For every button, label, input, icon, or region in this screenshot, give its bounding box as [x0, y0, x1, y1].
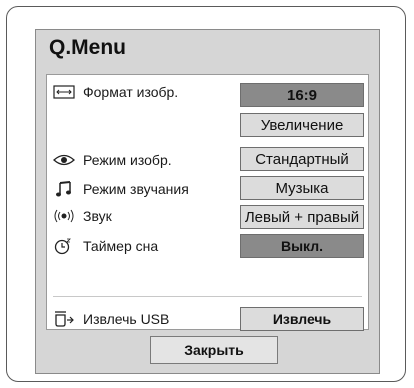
menu-item-audio[interactable]: Звук: [53, 208, 112, 224]
sleep-timer-value[interactable]: Выкл.: [240, 234, 364, 258]
menu-title: Q.Menu: [49, 36, 126, 59]
sleep-timer-label: Таймер сна: [83, 238, 159, 254]
menu-item-sound-mode[interactable]: Режим звучания: [53, 180, 189, 198]
close-button[interactable]: Закрыть: [150, 336, 278, 364]
audio-label: Звук: [83, 208, 112, 224]
picture-mode-value[interactable]: Стандартный: [240, 147, 364, 171]
eye-icon: [53, 153, 75, 167]
eject-usb-button[interactable]: Извлечь: [240, 307, 364, 331]
menu-panel: Формат изобр. 16:9 Увеличение Режим изоб…: [46, 74, 369, 331]
menu-item-picture-mode[interactable]: Режим изобр.: [53, 152, 172, 168]
eject-usb-label: Извлечь USB: [83, 311, 170, 327]
menu-item-sleep-timer[interactable]: Таймер сна: [53, 237, 158, 255]
picture-format-label: Формат изобр.: [83, 84, 179, 100]
divider: [53, 296, 362, 297]
speaker-icon: [53, 209, 75, 223]
menu-item-eject-usb[interactable]: Извлечь USB: [53, 310, 169, 328]
music-note-icon: [53, 180, 75, 198]
picture-format-value[interactable]: 16:9: [240, 83, 364, 107]
menu-item-picture-format[interactable]: Формат изобр.: [53, 84, 178, 100]
zoom-option-value[interactable]: Увеличение: [240, 113, 364, 137]
sound-mode-label: Режим звучания: [83, 181, 189, 197]
audio-value[interactable]: Левый + правый: [240, 205, 364, 229]
q-menu-dialog: Q.Menu Формат изобр. 16:9 Увеличение Реж…: [35, 29, 380, 374]
sound-mode-value[interactable]: Музыка: [240, 176, 364, 200]
usb-eject-icon: [53, 310, 75, 328]
picture-mode-label: Режим изобр.: [83, 152, 172, 168]
aspect-ratio-icon: [53, 85, 75, 99]
sleep-timer-icon: [53, 237, 75, 255]
